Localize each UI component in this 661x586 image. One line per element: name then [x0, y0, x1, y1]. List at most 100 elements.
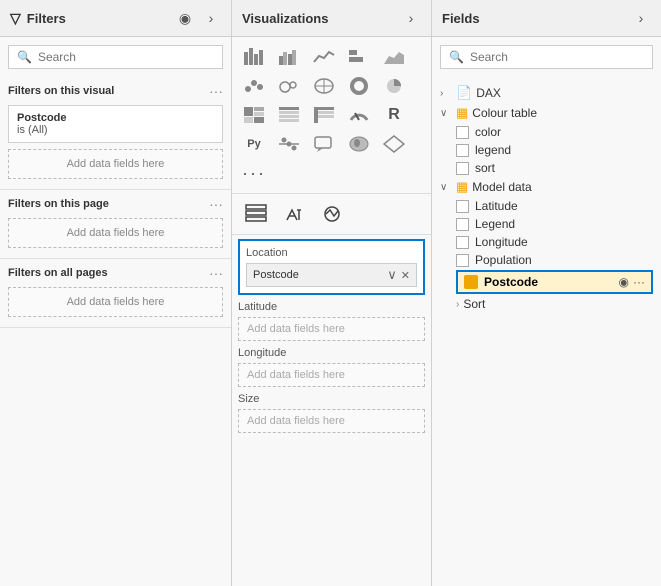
viz-location-group: Location Postcode ∨ ✕	[238, 239, 425, 295]
viz-clustered-bar[interactable]	[273, 43, 305, 71]
filters-allpages-dots[interactable]: ···	[209, 265, 223, 281]
filters-allpages-add-fields[interactable]: Add data fields here	[8, 287, 223, 317]
legend2-checkbox[interactable]	[456, 218, 469, 231]
color-checkbox[interactable]	[456, 126, 469, 139]
filters-panel: ▽ Filters ◉ › 🔍 Filters on this visual ·…	[0, 0, 232, 586]
filter-postcode-card: Postcode is (All)	[8, 105, 223, 143]
tree-item-colour-table[interactable]: ∨ ▦ Colour table	[440, 103, 653, 123]
filters-eye-icon[interactable]: ◉	[175, 8, 195, 28]
funnel-icon: ▽	[10, 10, 21, 27]
colour-table-group: ∨ ▦ Colour table color legend sort	[440, 103, 653, 177]
field-postcode-highlighted[interactable]: Postcode ◉ ···	[456, 270, 653, 294]
viz-treemap[interactable]	[238, 101, 270, 129]
fields-expand-icon[interactable]: ›	[631, 8, 651, 28]
viz-analytics-tab[interactable]	[318, 200, 346, 228]
viz-donut[interactable]	[343, 72, 375, 100]
dax-chevron: ›	[440, 88, 452, 99]
filters-visual-dots[interactable]: ···	[209, 83, 223, 99]
field-color[interactable]: color	[456, 123, 653, 141]
viz-chip-close[interactable]: ✕	[401, 269, 410, 282]
filters-visual-section: Filters on this visual ··· Postcode is (…	[0, 77, 231, 190]
filters-allpages-section: Filters on all pages ··· Add data fields…	[0, 259, 231, 328]
field-legend[interactable]: legend	[456, 141, 653, 159]
viz-scatter[interactable]	[238, 72, 270, 100]
viz-diamond[interactable]	[378, 130, 410, 158]
postcode-label: Postcode	[484, 275, 538, 289]
viz-chip-icons: ∨ ✕	[387, 267, 410, 283]
postcode-eye-icon[interactable]: ◉	[619, 275, 629, 289]
viz-panel-header: Visualizations ›	[232, 0, 431, 37]
viz-more[interactable]: ···	[238, 159, 270, 187]
filters-search-icon: 🔍	[17, 50, 32, 64]
population-checkbox[interactable]	[456, 254, 469, 267]
sort-chevron: ›	[456, 299, 459, 310]
viz-Py[interactable]: Py	[238, 130, 270, 158]
fields-header-icons: ›	[631, 8, 651, 28]
filters-page-header: Filters on this page ···	[8, 196, 223, 212]
fields-title-text: Fields	[442, 11, 480, 26]
filters-search-input[interactable]	[38, 50, 214, 64]
viz-title: Visualizations	[242, 11, 328, 26]
legend-checkbox[interactable]	[456, 144, 469, 157]
filter-postcode-value: is (All)	[17, 124, 214, 136]
viz-fields-tab[interactable]	[242, 200, 270, 228]
postcode-more-icon[interactable]: ···	[633, 275, 645, 289]
tree-item-model-data[interactable]: ∨ ▦ Model data	[440, 177, 653, 197]
filters-page-add-fields[interactable]: Add data fields here	[8, 218, 223, 248]
filters-page-dots[interactable]: ···	[209, 196, 223, 212]
tree-item-dax[interactable]: › 📄 DAX	[440, 83, 653, 103]
viz-latitude-add[interactable]: Add data fields here	[238, 317, 425, 341]
viz-decomp[interactable]	[273, 130, 305, 158]
model-data-group: ∨ ▦ Model data Latitude Legend Longitude	[440, 177, 653, 313]
viz-toolbar	[232, 193, 431, 235]
viz-stacked-bar[interactable]	[238, 43, 270, 71]
viz-gauge[interactable]	[343, 101, 375, 129]
viz-title-text: Visualizations	[242, 11, 328, 26]
filters-search-box[interactable]: 🔍	[8, 45, 223, 69]
viz-size-add[interactable]: Add data fields here	[238, 409, 425, 433]
model-data-icon: ▦	[456, 179, 468, 195]
filters-panel-header: ▽ Filters ◉ ›	[0, 0, 231, 37]
filters-expand-icon[interactable]: ›	[201, 8, 221, 28]
viz-location-label: Location	[246, 247, 417, 259]
viz-filled-map[interactable]	[343, 130, 375, 158]
viz-icon-grid: R Py ···	[232, 37, 431, 193]
viz-speech[interactable]	[308, 130, 340, 158]
colour-table-fields: color legend sort	[456, 123, 653, 177]
viz-map[interactable]	[308, 72, 340, 100]
viz-longitude-add[interactable]: Add data fields here	[238, 363, 425, 387]
fields-search-box[interactable]: 🔍	[440, 45, 653, 69]
viz-line-chart[interactable]	[308, 43, 340, 71]
filters-title-text: Filters	[27, 11, 66, 26]
fields-search-input[interactable]	[470, 50, 644, 64]
viz-matrix[interactable]	[308, 101, 340, 129]
viz-header-icons: ›	[401, 8, 421, 28]
viz-R[interactable]: R	[378, 101, 410, 129]
viz-format-tab[interactable]	[280, 200, 308, 228]
field-latitude[interactable]: Latitude	[456, 197, 653, 215]
viz-bubble[interactable]	[273, 72, 305, 100]
viz-pie[interactable]	[378, 72, 410, 100]
field-legend2[interactable]: Legend	[456, 215, 653, 233]
viz-table[interactable]	[273, 101, 305, 129]
sort-checkbox[interactable]	[456, 162, 469, 175]
viz-scroll-area: R Py ··· Location	[232, 37, 431, 586]
fields-panel-header: Fields ›	[432, 0, 661, 37]
viz-chip-chevron[interactable]: ∨	[387, 267, 397, 283]
colour-table-chevron: ∨	[440, 108, 452, 119]
longitude-checkbox[interactable]	[456, 236, 469, 249]
viz-area-chart[interactable]	[378, 43, 410, 71]
field-population[interactable]: Population	[456, 251, 653, 269]
filters-header-icons: ◉ ›	[175, 8, 221, 28]
field-sort2[interactable]: › Sort	[456, 295, 653, 313]
viz-latitude-label: Latitude	[238, 301, 425, 313]
latitude-checkbox[interactable]	[456, 200, 469, 213]
viz-expand-icon[interactable]: ›	[401, 8, 421, 28]
fields-search-icon: 🔍	[449, 50, 464, 64]
viz-bar-chart[interactable]	[343, 43, 375, 71]
viz-field-section: Location Postcode ∨ ✕ Latitude Add data …	[232, 235, 431, 443]
field-longitude[interactable]: Longitude	[456, 233, 653, 251]
viz-postcode-chip[interactable]: Postcode ∨ ✕	[246, 263, 417, 287]
filters-visual-add-fields[interactable]: Add data fields here	[8, 149, 223, 179]
field-sort[interactable]: sort	[456, 159, 653, 177]
